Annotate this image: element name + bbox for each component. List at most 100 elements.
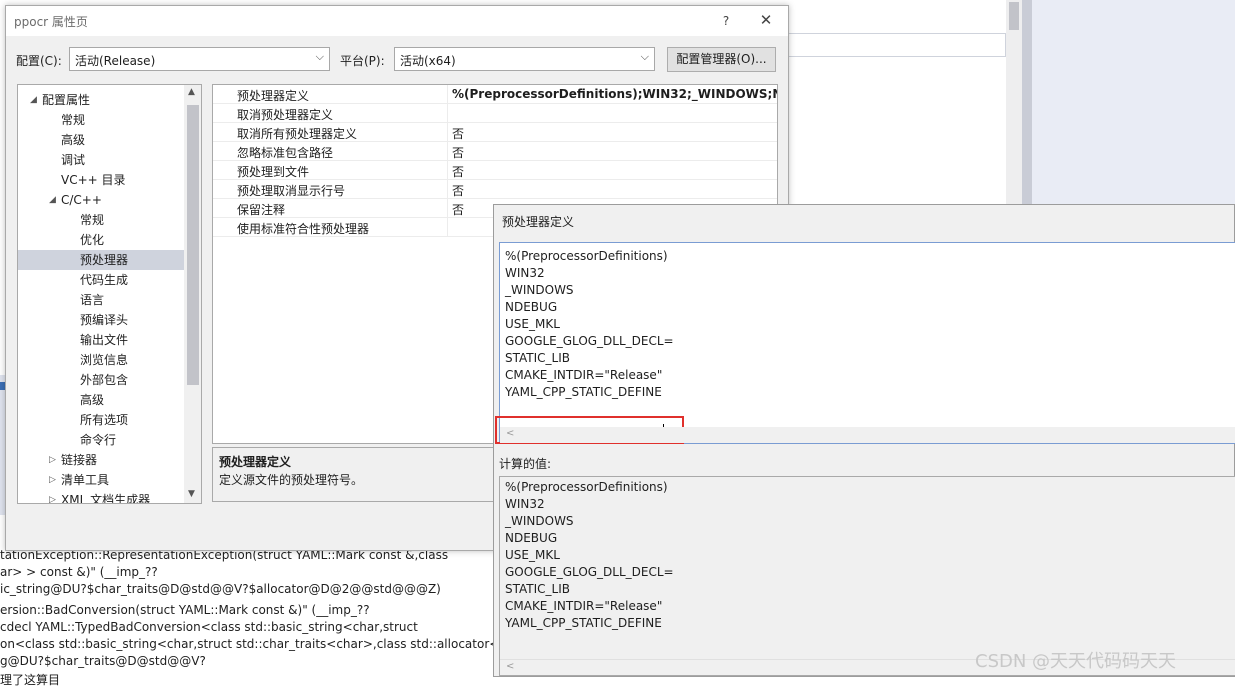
tree-item-label: VC++ 目录 [61, 173, 126, 187]
ide-scrollbar-thumb[interactable] [1009, 2, 1019, 30]
scroll-down-icon[interactable]: ▼ [188, 489, 195, 499]
tree-item[interactable]: 常规 [18, 110, 184, 130]
scroll-up-icon[interactable]: ▲ [188, 87, 195, 97]
property-value[interactable]: 否 [452, 144, 464, 161]
config-label: 配置(C): [16, 54, 62, 68]
tree-item[interactable]: ◢ 配置属性 [18, 90, 184, 110]
tree-item[interactable]: 输出文件 [18, 330, 184, 350]
property-value[interactable]: 否 [452, 201, 464, 218]
tree-item[interactable]: VC++ 目录 [18, 170, 184, 190]
popup-title: 预处理器定义 [502, 215, 575, 229]
calculated-line: USE_MKL [505, 548, 560, 562]
tree-item-label: 调试 [61, 153, 86, 167]
calculated-line: _WINDOWS [505, 514, 574, 528]
editor-hscrollbar[interactable]: < [500, 427, 1235, 443]
property-value[interactable]: 否 [452, 182, 464, 199]
tree-item-label: 命令行 [80, 433, 117, 447]
tree-item-label: XML 文档生成器 [61, 493, 151, 504]
property-row[interactable]: 预处理器定义 %(PreprocessorDefinitions);WIN32;_… [213, 85, 777, 104]
property-row[interactable]: 取消预处理器定义 [213, 104, 777, 123]
definition-line: %(PreprocessorDefinitions) [505, 249, 668, 263]
tree-item[interactable]: 高级 [18, 390, 184, 410]
tree-item-label: 所有选项 [80, 413, 129, 427]
expand-arrow-icon[interactable]: ▷ [49, 490, 56, 503]
tree-scrollbar-thumb[interactable] [187, 105, 199, 385]
tree-item[interactable]: 调试 [18, 150, 184, 170]
property-row[interactable]: 忽略标准包含路径 否 [213, 142, 777, 161]
tree-item-label: 语言 [80, 293, 105, 307]
platform-select[interactable]: 活动(x64) ⌵ [394, 47, 655, 71]
close-icon[interactable]: ✕ [756, 10, 776, 30]
config-select-value: 活动(Release) [75, 54, 156, 68]
tree-item[interactable]: 语言 [18, 290, 184, 310]
error-output-line: cdecl YAML::TypedBadConversion<class std… [0, 620, 418, 634]
tree-item[interactable]: 预编译头 [18, 310, 184, 330]
tree-item[interactable]: ◢ C/C++ [18, 190, 184, 210]
calculated-line: %(PreprocessorDefinitions) [505, 480, 668, 494]
column-divider [447, 161, 448, 180]
scroll-left-icon[interactable]: < [506, 428, 514, 439]
chevron-down-icon: ⌵ [315, 50, 324, 63]
tree-item-label: 代码生成 [80, 273, 129, 287]
dialog-title: ppocr 属性页 [14, 15, 88, 29]
column-divider [447, 123, 448, 142]
calculated-line: WIN32 [505, 497, 545, 511]
tree-item[interactable]: 预处理器 [18, 250, 184, 270]
property-value[interactable]: %(PreprocessorDefinitions);WIN32;_WINDOW… [452, 87, 777, 101]
chevron-down-icon: ⌵ [640, 50, 649, 63]
definition-line: CMAKE_INTDIR="Release" [505, 368, 663, 382]
tree-item[interactable]: 命令行 [18, 430, 184, 450]
column-divider [447, 104, 448, 123]
expand-arrow-icon[interactable]: ▷ [49, 450, 56, 470]
tree-item-label: 预编译头 [80, 313, 129, 327]
column-divider [447, 85, 448, 104]
ide-divider [1022, 0, 1032, 210]
tree-item[interactable]: ▷ 清单工具 [18, 470, 184, 490]
description-text: 定义源文件的预处理符号。 [219, 473, 364, 487]
ide-scrollbar[interactable] [1006, 0, 1022, 210]
expand-arrow-icon[interactable]: ▷ [49, 470, 56, 490]
calculated-values-label: 计算的值: [499, 457, 552, 471]
tree-item[interactable]: ▷ 链接器 [18, 450, 184, 470]
property-value[interactable]: 否 [452, 163, 464, 180]
property-row[interactable]: 取消所有预处理器定义 否 [213, 123, 777, 142]
collapse-arrow-icon[interactable]: ◢ [49, 190, 56, 210]
property-name: 取消所有预处理器定义 [237, 127, 358, 141]
calculated-line: CMAKE_INTDIR="Release" [505, 599, 663, 613]
column-divider [447, 218, 448, 237]
calculated-line: YAML_CPP_STATIC_DEFINE [505, 616, 662, 630]
property-name: 使用标准符合性预处理器 [237, 222, 370, 236]
tree-item[interactable]: 外部包含 [18, 370, 184, 390]
tree-item[interactable]: 常规 [18, 210, 184, 230]
tree-item[interactable]: 优化 [18, 230, 184, 250]
tree-item-label: 外部包含 [80, 373, 129, 387]
platform-label: 平台(P): [340, 54, 385, 68]
error-output-line: on<class std::basic_string<char,struct s… [0, 637, 536, 651]
preprocessor-definitions-dialog: 预处理器定义 %(PreprocessorDefinitions) WIN32 _W… [493, 204, 1235, 677]
property-name: 保留注释 [237, 203, 286, 217]
description-title: 预处理器定义 [219, 455, 292, 469]
calculated-values-box: %(PreprocessorDefinitions) WIN32 _WINDOWS N… [499, 476, 1235, 676]
dialog-title-bar[interactable]: ppocr 属性页 [6, 6, 788, 36]
help-icon[interactable]: ? [716, 11, 736, 31]
collapse-arrow-icon[interactable]: ◢ [30, 90, 37, 110]
property-row[interactable]: 预处理取消显示行号 否 [213, 180, 777, 199]
config-select[interactable]: 活动(Release) ⌵ [69, 47, 330, 71]
calculated-line: STATIC_LIB [505, 582, 570, 596]
property-row[interactable]: 预处理到文件 否 [213, 161, 777, 180]
property-name: 忽略标准包含路径 [237, 146, 334, 160]
tree-item-label: 常规 [61, 113, 86, 127]
tree-item[interactable]: 代码生成 [18, 270, 184, 290]
config-manager-button[interactable]: 配置管理器(O)... [667, 47, 776, 72]
property-tree: ◢ 配置属性 常规 高级 调试 VC++ 目录 ◢ C/C++ 常规 优化 预处理器 代码生成 语言 预编… [17, 84, 202, 504]
tree-item[interactable]: ▷ XML 文档生成器 [18, 490, 184, 504]
definition-line: GOOGLE_GLOG_DLL_DECL= [505, 334, 674, 348]
definitions-editor[interactable]: %(PreprocessorDefinitions) WIN32 _WINDOWS N… [495, 242, 1235, 444]
column-divider [447, 142, 448, 161]
property-value[interactable]: 否 [452, 125, 464, 142]
tree-item[interactable]: 浏览信息 [18, 350, 184, 370]
tree-item[interactable]: 所有选项 [18, 410, 184, 430]
scroll-left-icon[interactable]: < [506, 661, 514, 672]
error-output-line: ar> > const &)" (__imp_?? [0, 565, 158, 579]
tree-item[interactable]: 高级 [18, 130, 184, 150]
